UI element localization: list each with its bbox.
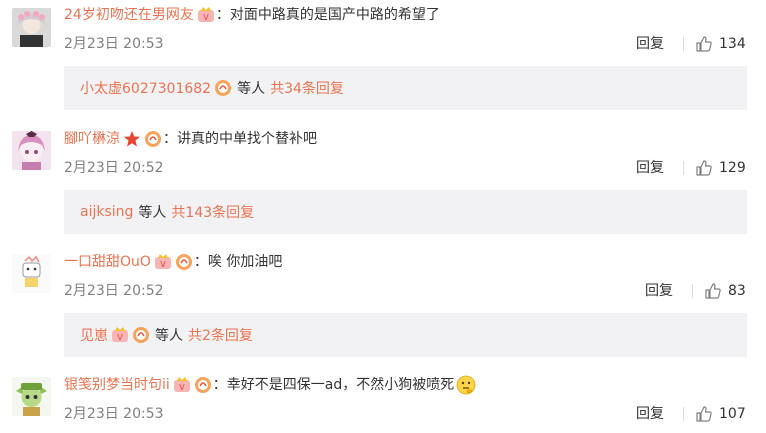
reply-total-link[interactable]: 共2条回复 [188, 325, 253, 345]
reply-user-link[interactable]: aijksing [80, 204, 133, 220]
divider [683, 407, 684, 421]
reply-mid-text: 等人 [237, 81, 266, 97]
thumbs-up-icon [705, 283, 721, 299]
svg-text:V: V [203, 13, 209, 22]
colon: ： [212, 377, 227, 393]
comment-line: 银笺别梦当时句ii V ： 幸好不是四保一ad，不然小狗被喷死 [64, 374, 476, 396]
comment-text: 对面中路真的是国产中路的希望了 [229, 7, 440, 23]
svg-text:V: V [160, 260, 166, 269]
comment-line: 24岁初吻还在男网友 V ： 对面中路真的是国产中路的希望了 [64, 4, 440, 26]
avatar[interactable] [12, 377, 51, 416]
avatar[interactable] [12, 8, 51, 47]
reply-user-link[interactable]: 小太虚6027301682 [80, 78, 211, 98]
comment-line: 一口甜甜OuO V ： 唉 你加油吧 [64, 251, 282, 273]
member-badge-icon[interactable]: V [173, 376, 191, 394]
username-link[interactable]: 银笺别梦当时句ii [64, 374, 170, 396]
fan-badge-icon[interactable] [214, 79, 232, 97]
like-button[interactable]: 134 [695, 33, 746, 55]
reply-total-link[interactable]: 共34条回复 [270, 78, 344, 98]
like-button[interactable]: 83 [704, 280, 746, 302]
comment-time: 2月23日 20:53 [64, 406, 164, 422]
reply-summary: 见崽 V 等人 共2条回复 [64, 313, 747, 357]
like-count: 83 [728, 283, 746, 299]
like-button[interactable]: 107 [695, 403, 746, 425]
fan-badge-icon[interactable] [175, 253, 193, 271]
username-link[interactable]: 一口甜甜OuO [64, 251, 151, 273]
reply-button[interactable]: 回复 [645, 281, 673, 301]
avatar[interactable] [12, 131, 51, 170]
username-link[interactable]: 腳吖楙涼 [64, 128, 120, 150]
thumbs-up-icon [696, 406, 712, 422]
colon: ： [193, 254, 208, 270]
like-count: 107 [719, 406, 746, 422]
like-button[interactable]: 129 [695, 157, 746, 179]
like-count: 134 [719, 36, 746, 52]
reply-summary: 小太虚6027301682 等人 共34条回复 [64, 66, 747, 110]
thinking-emoji-icon [456, 375, 476, 395]
comment-line: 腳吖楙涼 ： 讲真的中单找个替补吧 [64, 128, 317, 150]
star-badge-icon[interactable] [123, 130, 141, 148]
member-badge-icon[interactable]: V [154, 253, 172, 271]
divider [683, 161, 684, 175]
comment-time: 2月23日 20:53 [64, 36, 164, 52]
reply-button[interactable]: 回复 [636, 158, 664, 178]
colon: ： [163, 131, 177, 147]
reply-mid-text: 等人 [138, 205, 167, 221]
comment-text: 讲真的中单找个替补吧 [177, 131, 317, 147]
fan-badge-icon[interactable] [194, 376, 212, 394]
svg-text:V: V [117, 333, 123, 342]
reply-total-link[interactable]: 共143条回复 [171, 202, 254, 222]
thumbs-up-icon [696, 160, 712, 176]
thumbs-up-icon [696, 36, 712, 52]
comment-text: 唉 你加油吧 [207, 254, 283, 270]
divider [692, 284, 693, 298]
reply-button[interactable]: 回复 [636, 34, 664, 54]
reply-user-link[interactable]: 见崽 [80, 325, 108, 345]
comment-text: 幸好不是四保一ad，不然小狗被喷死 [226, 377, 455, 393]
divider [683, 37, 684, 51]
username-link[interactable]: 24岁初吻还在男网友 [64, 4, 194, 26]
reply-mid-text: 等人 [155, 328, 183, 344]
svg-text:V: V [179, 383, 185, 392]
fan-badge-icon[interactable] [132, 326, 150, 344]
reply-summary: aijksing 等人 共143条回复 [64, 190, 747, 234]
comment-time: 2月23日 20:52 [64, 160, 164, 176]
reply-button[interactable]: 回复 [636, 404, 664, 424]
member-badge-icon[interactable]: V [197, 6, 215, 24]
avatar[interactable] [12, 254, 51, 293]
like-count: 129 [719, 160, 746, 176]
member-badge-icon[interactable]: V [111, 326, 129, 344]
fan-badge-icon[interactable] [144, 130, 162, 148]
comment-time: 2月23日 20:52 [64, 283, 164, 299]
colon: ： [215, 7, 230, 23]
